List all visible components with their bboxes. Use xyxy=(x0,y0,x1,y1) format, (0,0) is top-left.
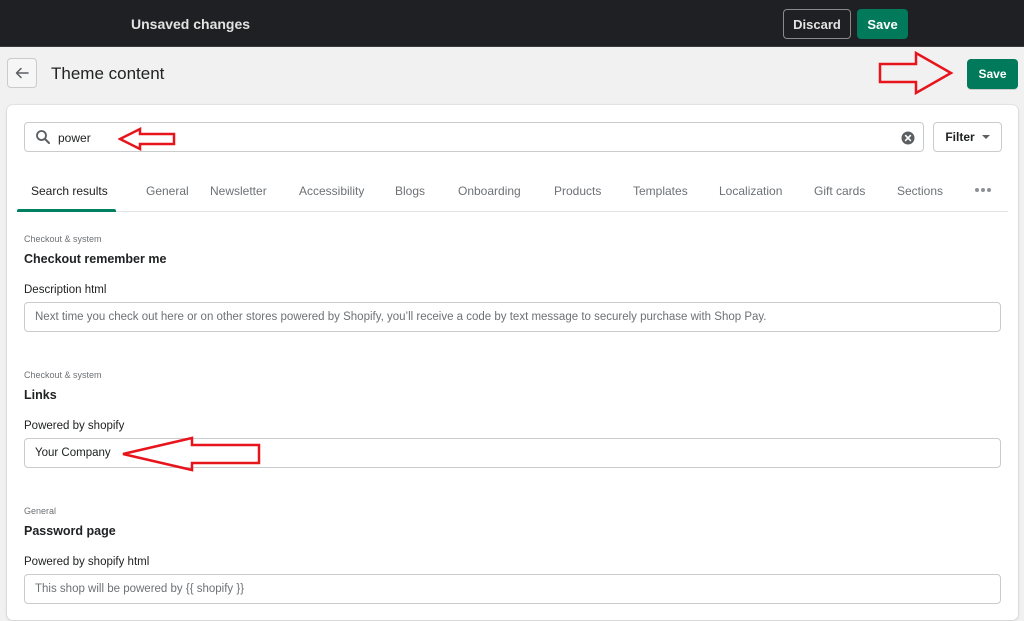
section-category: Checkout & system xyxy=(24,370,102,380)
filter-label: Filter xyxy=(945,130,975,144)
tab-bar: Search results General Newsletter Access… xyxy=(17,175,1008,212)
tab-general[interactable]: General xyxy=(146,184,189,198)
powered-by-shopify-html-input[interactable] xyxy=(24,574,1001,604)
back-button[interactable] xyxy=(7,58,37,88)
powered-by-shopify-input[interactable] xyxy=(24,438,1001,468)
search-field[interactable] xyxy=(24,122,924,152)
save-button-topbar[interactable]: Save xyxy=(857,9,908,39)
search-input[interactable] xyxy=(58,128,858,148)
discard-button[interactable]: Discard xyxy=(783,9,851,39)
tab-accessibility[interactable]: Accessibility xyxy=(299,184,364,198)
field-label: Description html xyxy=(24,284,107,296)
section-category: General xyxy=(24,506,57,516)
annotation-arrow-right-icon xyxy=(878,50,954,96)
unsaved-changes-label: Unsaved changes xyxy=(131,16,251,32)
tab-localization[interactable]: Localization xyxy=(719,184,782,198)
description-html-input[interactable] xyxy=(24,302,1001,332)
tab-blogs[interactable]: Blogs xyxy=(395,184,425,198)
tab-gift-cards[interactable]: Gift cards xyxy=(814,184,865,198)
tab-products[interactable]: Products xyxy=(554,184,601,198)
caret-down-icon xyxy=(981,135,990,139)
tab-templates[interactable]: Templates xyxy=(633,184,688,198)
save-button[interactable]: Save xyxy=(967,59,1018,89)
search-icon xyxy=(36,130,50,144)
section-title: Checkout remember me xyxy=(24,252,167,266)
page-title: Theme content xyxy=(51,64,165,83)
section-title: Links xyxy=(24,388,57,402)
field-label: Powered by shopify xyxy=(24,420,125,432)
tab-onboarding[interactable]: Onboarding xyxy=(458,184,521,198)
ellipsis-horizontal-icon[interactable] xyxy=(975,187,993,193)
field-label: Powered by shopify html xyxy=(24,556,150,568)
theme-content-card: Filter Search results General Newsletter… xyxy=(7,105,1018,620)
section-category: Checkout & system xyxy=(24,234,102,244)
clear-search-icon[interactable] xyxy=(901,131,915,145)
filter-button[interactable]: Filter xyxy=(933,122,1002,152)
unsaved-changes-bar: Unsaved changes Discard Save xyxy=(0,0,1024,47)
arrow-left-icon xyxy=(15,67,29,79)
tab-search-results[interactable]: Search results xyxy=(31,184,108,198)
tab-sections[interactable]: Sections xyxy=(897,184,943,198)
active-tab-indicator xyxy=(17,209,116,212)
section-title: Password page xyxy=(24,524,116,538)
tab-newsletter[interactable]: Newsletter xyxy=(210,184,267,198)
